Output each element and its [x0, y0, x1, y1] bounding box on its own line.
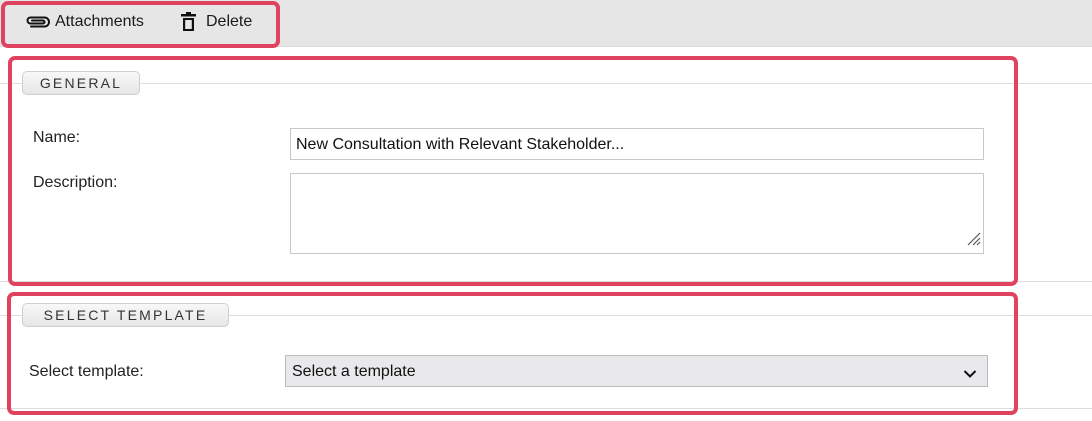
- select-template-label: Select template:: [29, 363, 144, 380]
- chevron-down-icon: [963, 366, 977, 384]
- template-legend: SELECT TEMPLATE: [22, 303, 229, 327]
- template-select[interactable]: Select a template: [285, 355, 988, 387]
- template-bottom-divider: [0, 408, 1092, 409]
- paperclip-icon: [24, 15, 51, 29]
- trash-icon: [180, 12, 197, 32]
- name-label: Name:: [33, 129, 81, 146]
- attachments-label: Attachments: [55, 13, 144, 30]
- name-field[interactable]: New Consultation with Relevant Stakehold…: [290, 128, 984, 160]
- general-bottom-divider: [0, 281, 1092, 282]
- description-label: Description:: [33, 174, 118, 191]
- delete-button[interactable]: Delete: [180, 10, 252, 34]
- general-divider: [0, 83, 1092, 84]
- attachments-button[interactable]: Attachments: [24, 10, 144, 34]
- delete-label: Delete: [206, 13, 253, 30]
- resize-grip-icon[interactable]: [965, 230, 981, 251]
- toolbar: Attachments Delete: [0, 0, 1092, 47]
- description-field[interactable]: [290, 173, 984, 254]
- template-select-value: Select a template: [292, 363, 416, 380]
- general-legend: GENERAL: [22, 71, 140, 95]
